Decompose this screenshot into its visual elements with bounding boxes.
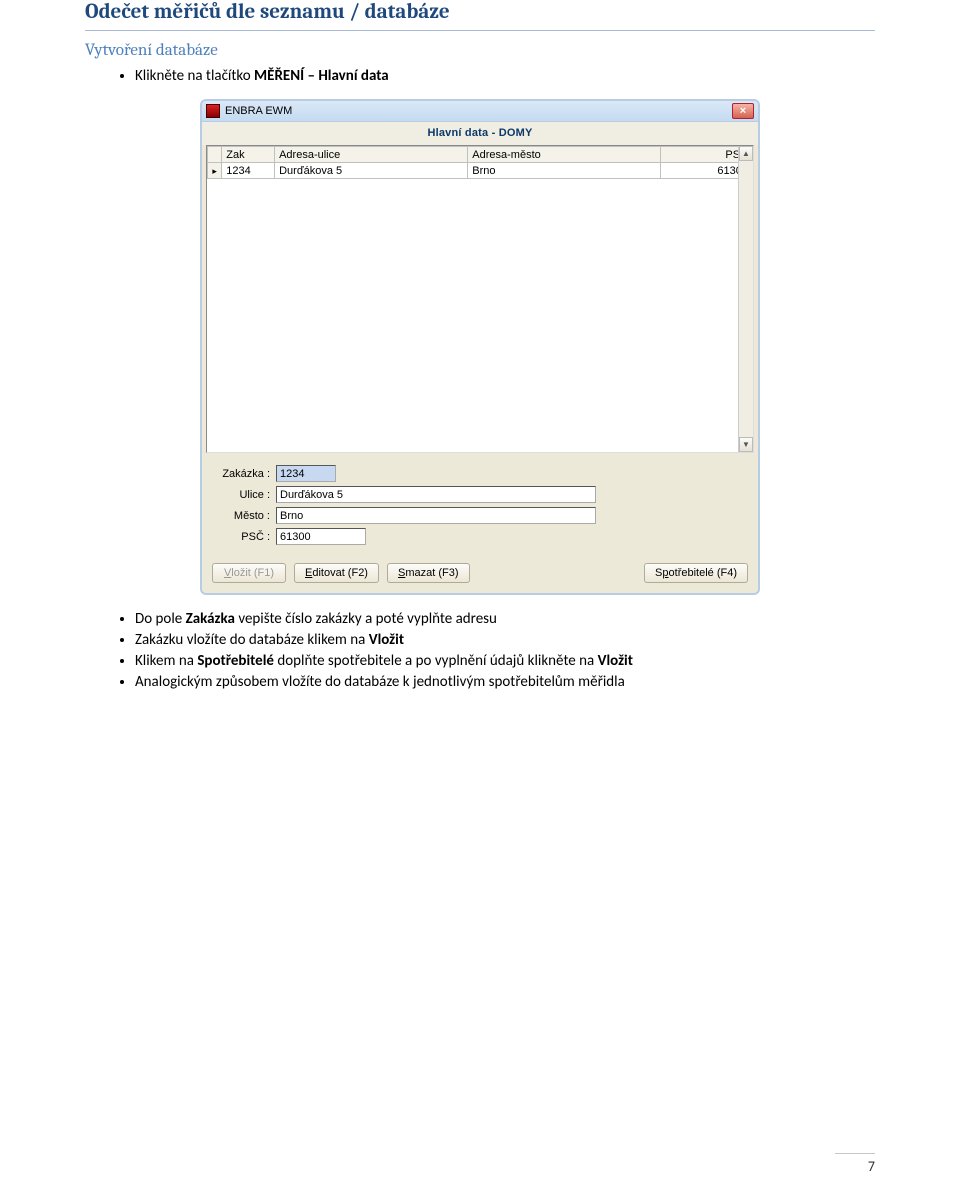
cell-zak[interactable]: 1234 [222,163,275,179]
list-item: Do pole Zakázka vepište číslo zakázky a … [135,609,875,630]
col-zak-header[interactable]: Zak [222,147,275,163]
intro-bullet: Klikněte na tlačítko MĚŘENÍ – Hlavní dat… [135,66,875,87]
list-item: Analogickým způsobem vložíte do databáze… [135,672,875,693]
psc-field[interactable]: 61300 [276,528,366,545]
page-number: 7 [835,1153,875,1175]
form-area: Zakázka : 1234 Ulice : Durďákova 5 Město… [202,457,758,555]
intro-text: Klikněte na tlačítko [135,67,254,85]
list-item: Klikem na Spotřebitelé doplňte spotřebit… [135,651,875,672]
grid-header-row: Zak Adresa-ulice Adresa-město PSČ [208,147,753,163]
dialog-window: ENBRA EWM × Hlavní data - DOMY Zak Adres… [200,99,760,595]
post-list: Do pole Zakázka vepište číslo zakázky a … [85,609,875,693]
zakazka-field[interactable]: 1234 [276,465,336,482]
table-row[interactable]: 1234 Durďákova 5 Brno 61300 [208,163,753,179]
zakazka-label: Zakázka : [216,468,276,480]
close-icon: × [740,106,746,117]
scroll-down-icon[interactable]: ▼ [739,437,753,452]
intro-bold: MĚŘENÍ – Hlavní data [254,67,389,85]
col-mesto-header[interactable]: Adresa-město [468,147,661,163]
grid-scrollbar[interactable]: ▲ ▼ [738,146,753,452]
cell-ulice[interactable]: Durďákova 5 [275,163,468,179]
ulice-label: Ulice : [216,489,276,501]
col-ulice-header[interactable]: Adresa-ulice [275,147,468,163]
col-indicator [208,147,222,163]
mesto-label: Město : [216,510,276,522]
app-icon [206,104,220,118]
heading-1: Odečet měřičů dle seznamu / databáze [85,0,875,31]
mesto-field[interactable]: Brno [276,507,596,524]
window-title: ENBRA EWM [225,105,292,117]
panel-title: Hlavní data - DOMY [202,122,758,145]
vlozit-button[interactable]: Vložit (F1) [212,563,286,583]
close-button[interactable]: × [732,103,754,119]
intro-list: Klikněte na tlačítko MĚŘENÍ – Hlavní dat… [85,66,875,87]
list-item: Zakázku vložíte do databáze klikem na Vl… [135,630,875,651]
button-row: Vložit (F1) Editovat (F2) Smazat (F3) Sp… [202,555,758,593]
scroll-up-icon[interactable]: ▲ [739,146,753,161]
editovat-button[interactable]: Editovat (F2) [294,563,379,583]
ulice-field[interactable]: Durďákova 5 [276,486,596,503]
row-indicator-icon [208,163,222,179]
spotrebitele-button[interactable]: Spotřebitelé (F4) [644,563,748,583]
cell-mesto[interactable]: Brno [468,163,661,179]
titlebar[interactable]: ENBRA EWM × [202,101,758,122]
heading-2: Vytvoření databáze [85,41,875,60]
scroll-track[interactable] [739,161,753,437]
psc-label: PSČ : [216,531,276,543]
data-grid[interactable]: Zak Adresa-ulice Adresa-město PSČ 1234 D… [206,145,754,453]
smazat-button[interactable]: Smazat (F3) [387,563,470,583]
